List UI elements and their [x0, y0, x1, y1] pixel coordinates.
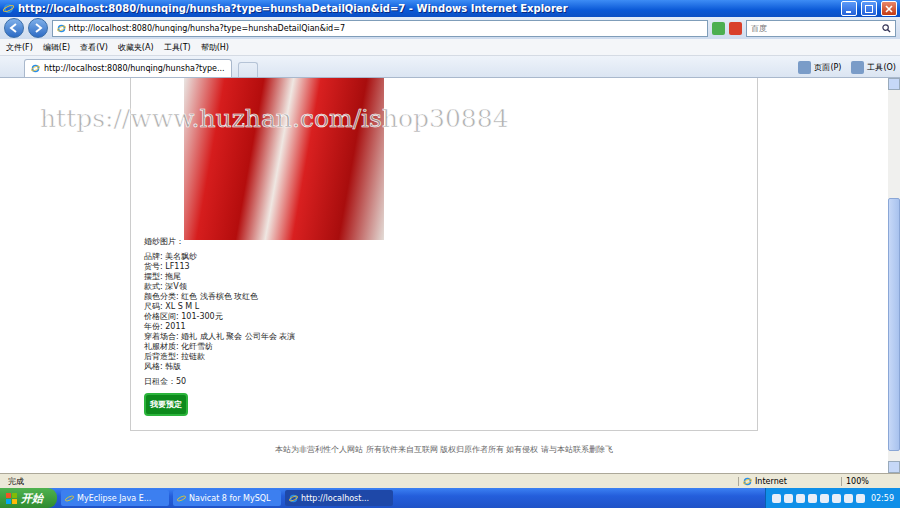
- title-bar: http://localhost:8080/hunqing/hunsha?typ…: [0, 0, 900, 17]
- tray-icon[interactable]: [856, 494, 865, 503]
- attribute-line: 价格区间: 101-300元: [144, 312, 744, 322]
- minimize-icon: [845, 5, 853, 13]
- clock: 02:59: [868, 494, 894, 503]
- forward-button[interactable]: [28, 18, 48, 38]
- tray-icon[interactable]: [820, 494, 829, 503]
- new-tab-button[interactable]: [238, 62, 258, 77]
- tool-icon: [851, 61, 864, 74]
- ie-icon: [289, 494, 298, 503]
- address-row: http://localhost:8080/hunqing/hunsha?typ…: [0, 17, 900, 39]
- menu-item[interactable]: 帮助(H): [201, 42, 229, 53]
- ie-icon: [177, 494, 186, 503]
- taskbar: 开始MyEclipse Java E...Navicat 8 for MySQL…: [0, 488, 900, 508]
- ie-icon: [65, 494, 74, 503]
- image-label: 婚纱图片：: [144, 237, 744, 247]
- status-bar: 完成 Internet 100%: [0, 473, 900, 488]
- attribute-line: 颜色分类: 红色 浅香槟色 玫红色: [144, 292, 744, 302]
- menu-item[interactable]: 收藏夹(A): [118, 42, 154, 53]
- maximize-button[interactable]: [861, 1, 877, 16]
- menu-item[interactable]: 编辑(E): [43, 42, 70, 53]
- tray-icon[interactable]: [844, 494, 853, 503]
- attribute-line: 后背造型: 拉链款: [144, 352, 744, 362]
- search-icon: [882, 24, 891, 33]
- windows-logo-icon: [6, 493, 17, 504]
- taskbar-button[interactable]: http://localhost...: [285, 490, 393, 506]
- refresh-icon[interactable]: [712, 22, 725, 35]
- tray-icon[interactable]: [808, 494, 817, 503]
- detail-panel: 婚纱图片： 品牌: 美名飘纱货号: LF113摆型: 拖尾款式: 深V领颜色分类:…: [130, 78, 758, 431]
- start-button[interactable]: 开始: [0, 488, 57, 508]
- menu-item[interactable]: 工具(T): [164, 42, 191, 53]
- ie-icon: [31, 64, 40, 73]
- status-zoom[interactable]: 100%: [841, 477, 896, 486]
- tray-icon[interactable]: [772, 494, 781, 503]
- forward-arrow-icon: [33, 23, 43, 33]
- tab-bar: http://localhost:8080/hunqing/hunsha?typ…: [0, 56, 900, 78]
- menu-bar: 文件(F) 编辑(E) 查看(V) 收藏夹(A) 工具(T) 帮助(H): [0, 39, 900, 56]
- close-icon: [885, 5, 893, 13]
- system-tray: 02:59: [765, 488, 900, 508]
- toolbar-item[interactable]: 页面(P): [798, 61, 841, 74]
- taskbar-button[interactable]: MyEclipse Java E...: [61, 490, 169, 506]
- attribute-line: 款式: 深V领: [144, 282, 744, 292]
- screen: http://localhost:8080/hunqing/hunsha?typ…: [0, 0, 900, 508]
- ie-icon: [3, 3, 14, 14]
- window-title: http://localhost:8080/hunqing/hunsha?typ…: [18, 3, 837, 14]
- menu-item[interactable]: 查看(V): [80, 42, 108, 53]
- scrollbar[interactable]: [888, 78, 900, 473]
- ie-icon: [743, 477, 752, 486]
- ie-icon: [57, 24, 66, 33]
- attribute-line: 货号: LF113: [144, 262, 744, 272]
- maximize-icon: [865, 5, 873, 13]
- attribute-line: 年份: 2011: [144, 322, 744, 332]
- footer: 本站为非营利性个人网站 所有软件来自互联网 版权归原作者所有 如有侵权 请与本站…: [130, 431, 758, 455]
- status-text: 完成: [4, 476, 730, 487]
- back-arrow-icon: [9, 23, 19, 33]
- attribute-line: 摆型: 拖尾: [144, 272, 744, 282]
- close-button[interactable]: [881, 1, 897, 16]
- tray-icon[interactable]: [796, 494, 805, 503]
- page-viewport: 婚纱图片： 品牌: 美名飘纱货号: LF113摆型: 拖尾款式: 深V领颜色分类:…: [0, 78, 900, 473]
- watermark: https://www.huzhan.com/ishop30884: [40, 104, 509, 133]
- stop-icon[interactable]: [729, 22, 742, 35]
- tool-icon: [798, 61, 811, 74]
- tab[interactable]: http://localhost:8080/hunqing/hunsha?typ…: [24, 59, 232, 77]
- attribute-line: 风格: 韩版: [144, 362, 744, 372]
- scroll-thumb[interactable]: [888, 198, 900, 451]
- dress-photo: [184, 78, 384, 240]
- rent-line: 日租金：50: [144, 377, 744, 387]
- back-button[interactable]: [4, 18, 24, 38]
- attribute-line: 礼服材质: 化纤雪纺: [144, 342, 744, 352]
- attribute-line: 尺码: XL S M L: [144, 302, 744, 312]
- search-field[interactable]: 百度: [746, 20, 896, 37]
- address-field[interactable]: http://localhost:8080/hunqing/hunsha?typ…: [52, 20, 708, 37]
- taskbar-button[interactable]: Navicat 8 for MySQL: [173, 490, 281, 506]
- toolbar-item[interactable]: 工具(O): [851, 61, 896, 74]
- attribute-line: 穿着场合: 婚礼 成人礼 聚会 公司年会 表演: [144, 332, 744, 342]
- status-zone: Internet: [738, 477, 833, 486]
- order-button[interactable]: 我要预定: [144, 393, 188, 416]
- minimize-button[interactable]: [841, 1, 857, 16]
- tray-icon[interactable]: [832, 494, 841, 503]
- attribute-line: 品牌: 美名飘纱: [144, 252, 744, 262]
- menu-item[interactable]: 文件(F): [6, 42, 33, 53]
- tray-icon[interactable]: [784, 494, 793, 503]
